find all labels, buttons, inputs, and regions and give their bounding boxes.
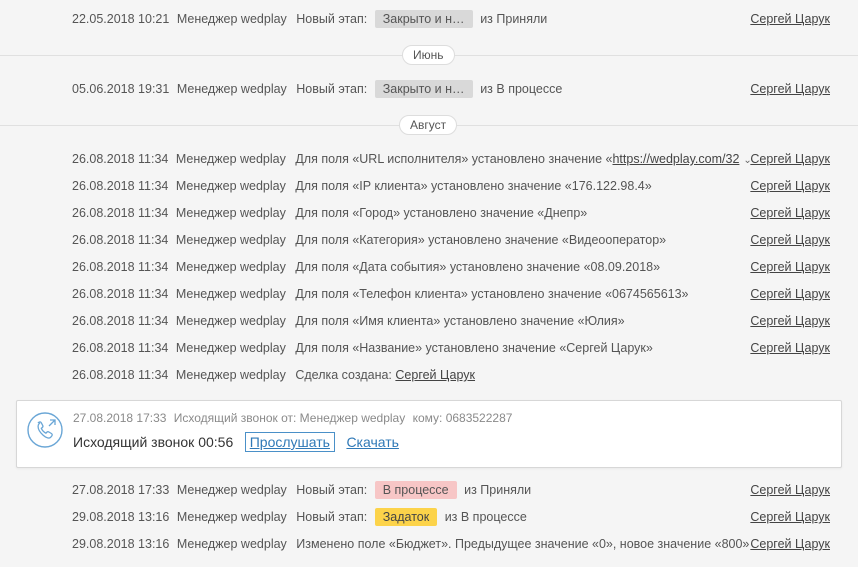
field-event-row: 26.08.2018 11:34 Менеджер wedplay Для по… — [0, 203, 858, 223]
month-divider-june: Июнь — [402, 45, 455, 65]
event-manager: Менеджер wedplay — [176, 12, 287, 26]
event-text: Для поля «Город» установлено значение «Д… — [295, 206, 588, 220]
deal-author-link[interactable]: Сергей Царук — [395, 368, 475, 382]
event-date: 26.08.2018 11:34 — [72, 206, 169, 220]
outgoing-call-icon — [27, 412, 63, 448]
event-text: Для поля «Название» установлено значение… — [295, 341, 653, 355]
author-link[interactable]: Сергей Царук — [750, 149, 830, 169]
stage-event-row: 05.06.2018 19:31 Менеджер wedplay Новый … — [0, 79, 858, 99]
event-manager: Менеджер wedplay — [176, 537, 287, 551]
month-divider-august: Август — [399, 115, 458, 135]
event-manager: Менеджер wedplay — [176, 82, 287, 96]
activity-feed: 22.05.2018 10:21 Менеджер wedplay Новый … — [0, 0, 858, 567]
event-text: Для поля «IP клиента» установлено значен… — [295, 179, 652, 193]
call-date: 27.08.2018 17:33 — [73, 411, 167, 425]
author-link[interactable]: Сергей Царук — [750, 203, 830, 223]
field-event-row: 26.08.2018 11:34 Менеджер wedplay Для по… — [0, 176, 858, 196]
event-date: 27.08.2018 17:33 — [72, 483, 170, 497]
stage-from: из Приняли — [464, 483, 532, 497]
field-event-row: 29.08.2018 13:16 Менеджер wedplay Измене… — [0, 534, 858, 554]
event-manager: Менеджер wedplay — [175, 152, 286, 166]
url-link[interactable]: https://wedplay.com/32 — [612, 152, 739, 166]
event-manager: Менеджер wedplay — [175, 287, 286, 301]
event-manager: Менеджер wedplay — [175, 179, 286, 193]
event-text: Для поля «Телефон клиента» установлено з… — [295, 287, 689, 301]
download-link[interactable]: Скачать — [346, 434, 399, 450]
author-link[interactable]: Сергей Царук — [750, 284, 830, 304]
event-date: 29.08.2018 13:16 — [72, 537, 170, 551]
event-date: 26.08.2018 11:34 — [72, 260, 169, 274]
stage-event-row: 22.05.2018 10:21 Менеджер wedplay Новый … — [0, 9, 858, 29]
call-to: кому: 0683522287 — [412, 411, 513, 425]
event-text: Сделка создана: — [295, 368, 392, 382]
event-date: 22.05.2018 10:21 — [72, 12, 170, 26]
author-link[interactable]: Сергей Царук — [750, 79, 830, 99]
event-manager: Менеджер wedplay — [175, 260, 286, 274]
stage-badge: В процессе — [374, 481, 457, 499]
stage-event-row: 27.08.2018 17:33 Менеджер wedplay Новый … — [0, 480, 858, 500]
stage-badge: Закрыто и не р... — [374, 10, 473, 28]
event-date: 26.08.2018 11:34 — [72, 287, 169, 301]
field-event-row: 26.08.2018 11:34 Менеджер wedplay Для по… — [0, 311, 858, 331]
author-link[interactable]: Сергей Царук — [750, 176, 830, 196]
stage-event-row: 29.08.2018 13:16 Менеджер wedplay Новый … — [0, 507, 858, 527]
event-date: 05.06.2018 19:31 — [72, 82, 170, 96]
call-title: Исходящий звонок 00:56 — [73, 434, 234, 450]
event-text: Для поля «Категория» установлено значени… — [295, 233, 667, 247]
stage-from: из В процессе — [480, 82, 563, 96]
event-manager: Менеджер wedplay — [175, 233, 286, 247]
stage-from: из В процессе — [444, 510, 527, 524]
event-date: 26.08.2018 11:34 — [72, 179, 169, 193]
author-link[interactable]: Сергей Царук — [750, 480, 830, 500]
event-manager: Менеджер wedplay — [176, 483, 287, 497]
field-event-row: 26.08.2018 11:34 Менеджер wedplay Для по… — [0, 284, 858, 304]
event-date: 26.08.2018 11:34 — [72, 368, 169, 382]
author-link[interactable]: Сергей Царук — [750, 257, 830, 277]
field-event-row: 26.08.2018 11:34 Менеджер wedplay Для по… — [0, 230, 858, 250]
event-text: Новый этап: — [296, 510, 368, 524]
event-date: 26.08.2018 11:34 — [72, 341, 169, 355]
deal-created-row: 26.08.2018 11:34 Менеджер wedplay Сделка… — [0, 365, 858, 385]
event-text: Новый этап: — [296, 82, 368, 96]
author-link[interactable]: Сергей Царук — [750, 230, 830, 250]
event-text: Для поля «Имя клиента» установлено значе… — [295, 314, 625, 328]
event-date: 26.08.2018 11:34 — [72, 233, 169, 247]
event-text: Для поля «URL исполнителя» установлено з… — [295, 152, 613, 166]
event-date: 26.08.2018 11:34 — [72, 314, 169, 328]
event-text: Изменено поле «Бюджет». Предыдущее значе… — [296, 537, 750, 551]
event-manager: Менеджер wedplay — [175, 341, 286, 355]
stage-badge: Закрыто и не р... — [374, 80, 473, 98]
event-manager: Менеджер wedplay — [175, 314, 286, 328]
call-meta: 27.08.2018 17:33 Исходящий звонок от: Ме… — [73, 411, 516, 425]
author-link[interactable]: Сергей Царук — [750, 338, 830, 358]
listen-button[interactable]: Прослушать — [244, 432, 335, 452]
stage-badge: Задаток — [374, 508, 438, 526]
stage-from: из Приняли — [480, 12, 548, 26]
author-link[interactable]: Сергей Царук — [750, 311, 830, 331]
author-link[interactable]: Сергей Царук — [750, 534, 830, 554]
author-link[interactable]: Сергей Царук — [750, 507, 830, 527]
event-manager: Менеджер wedplay — [176, 510, 287, 524]
event-manager: Менеджер wedplay — [175, 206, 286, 220]
author-link[interactable]: Сергей Царук — [750, 9, 830, 29]
event-manager: Менеджер wedplay — [175, 368, 286, 382]
event-text: Новый этап: — [296, 12, 368, 26]
event-date: 29.08.2018 13:16 — [72, 510, 170, 524]
event-date: 26.08.2018 11:34 — [72, 152, 169, 166]
field-event-row: 26.08.2018 11:34 Менеджер wedplay Для по… — [0, 149, 858, 169]
call-card: 27.08.2018 17:33 Исходящий звонок от: Ме… — [16, 400, 842, 468]
call-line: Исходящий звонок 00:56 Прослушать Скачат… — [73, 432, 399, 452]
call-from: Исходящий звонок от: Менеджер wedplay — [173, 411, 406, 425]
field-event-row: 26.08.2018 11:34 Менеджер wedplay Для по… — [0, 338, 858, 358]
field-event-row: 26.08.2018 11:34 Менеджер wedplay Для по… — [0, 257, 858, 277]
event-text: Новый этап: — [296, 483, 368, 497]
event-text: Для поля «Дата события» установлено знач… — [295, 260, 661, 274]
